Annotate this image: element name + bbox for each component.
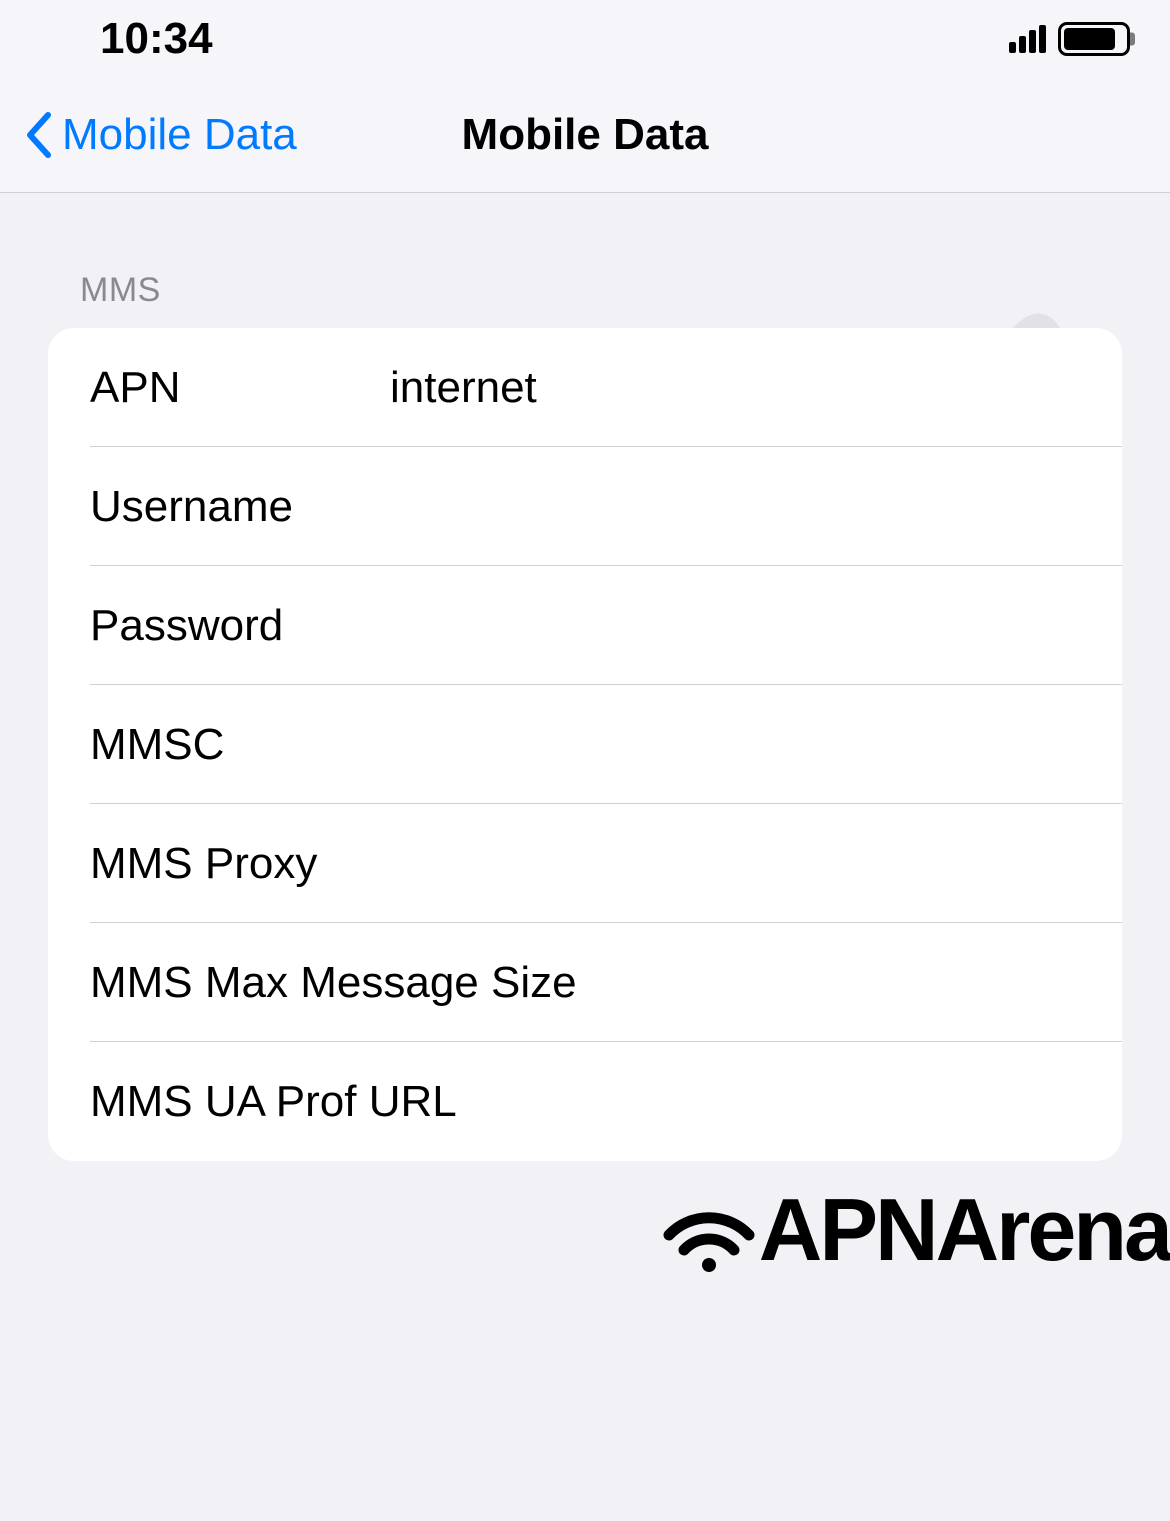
chevron-back-icon (24, 111, 54, 159)
nav-bar: Mobile Data Mobile Data (0, 78, 1170, 193)
signal-icon (1009, 25, 1046, 53)
mms-proxy-row[interactable]: MMS Proxy (48, 804, 1122, 923)
battery-icon (1058, 22, 1130, 56)
mmsc-input[interactable] (390, 720, 1122, 770)
password-label: Password (90, 601, 390, 651)
status-indicators (1009, 22, 1130, 56)
apn-input[interactable] (390, 363, 1122, 413)
back-button[interactable]: Mobile Data (0, 110, 297, 160)
settings-group: APN Username Password MMSC MMS Proxy MMS… (48, 328, 1122, 1161)
content-area: MMS APN Username Password MMSC MMS Proxy (0, 193, 1170, 1161)
mms-proxy-input[interactable] (390, 839, 1122, 889)
apn-row[interactable]: APN (48, 328, 1122, 447)
mms-max-size-label: MMS Max Message Size (90, 958, 1122, 1008)
page-title: Mobile Data (462, 110, 709, 160)
username-input[interactable] (390, 482, 1122, 532)
section-header: MMS (48, 271, 1122, 310)
back-label: Mobile Data (62, 110, 297, 160)
status-time: 10:34 (100, 14, 213, 64)
mmsc-label: MMSC (90, 720, 390, 770)
wifi-icon (659, 1185, 759, 1275)
mms-max-size-row[interactable]: MMS Max Message Size (48, 923, 1122, 1042)
mms-ua-prof-row[interactable]: MMS UA Prof URL (48, 1042, 1122, 1161)
password-input[interactable] (390, 601, 1122, 651)
password-row[interactable]: Password (48, 566, 1122, 685)
footer-logo: APNArena (659, 1179, 1170, 1281)
mmsc-row[interactable]: MMSC (48, 685, 1122, 804)
status-bar: 10:34 (0, 0, 1170, 78)
footer-logo-text: APNArena (759, 1179, 1170, 1281)
username-row[interactable]: Username (48, 447, 1122, 566)
username-label: Username (90, 482, 390, 532)
mms-ua-prof-label: MMS UA Prof URL (90, 1077, 1122, 1127)
apn-label: APN (90, 363, 390, 413)
mms-proxy-label: MMS Proxy (90, 839, 390, 889)
